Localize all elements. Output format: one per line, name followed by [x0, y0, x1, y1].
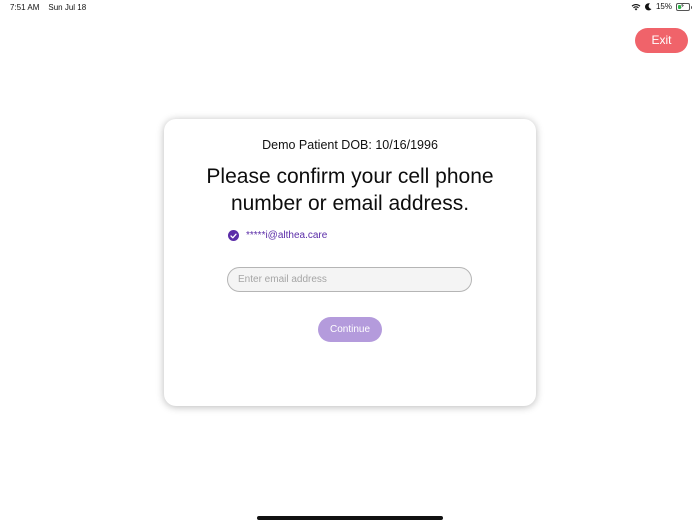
status-date: Sun Jul 18	[48, 3, 87, 12]
contact-option-label: *****i@althea.care	[246, 230, 328, 241]
wifi-icon	[631, 3, 641, 11]
email-input[interactable]	[227, 267, 472, 292]
home-indicator[interactable]	[257, 516, 443, 520]
exit-button[interactable]: Exit	[635, 28, 688, 53]
status-time: 7:51 AM	[10, 3, 40, 12]
charging-bolt-icon: ⚡	[680, 2, 685, 10]
page-title: Please confirm your cell phone number or…	[174, 163, 526, 217]
page-title-line-1: Please confirm your cell phone	[206, 165, 494, 188]
battery-icon: ⚡	[676, 2, 692, 11]
status-left: 7:51 AM Sun Jul 18	[10, 3, 86, 12]
confirm-contact-card: Demo Patient DOB: 10/16/1996 Please conf…	[164, 119, 536, 406]
patient-info: Demo Patient DOB: 10/16/1996	[262, 138, 438, 152]
page-title-line-2: number or email address.	[230, 192, 470, 215]
contact-option-email[interactable]: *****i@althea.care	[228, 230, 327, 241]
check-icon	[228, 230, 239, 241]
battery-percent: 15%	[655, 2, 672, 11]
continue-button[interactable]: Continue	[318, 317, 382, 342]
status-bar: 7:51 AM Sun Jul 18 15% ⚡	[0, 0, 700, 16]
status-right: 15% ⚡	[631, 2, 692, 11]
moon-icon	[645, 2, 652, 11]
